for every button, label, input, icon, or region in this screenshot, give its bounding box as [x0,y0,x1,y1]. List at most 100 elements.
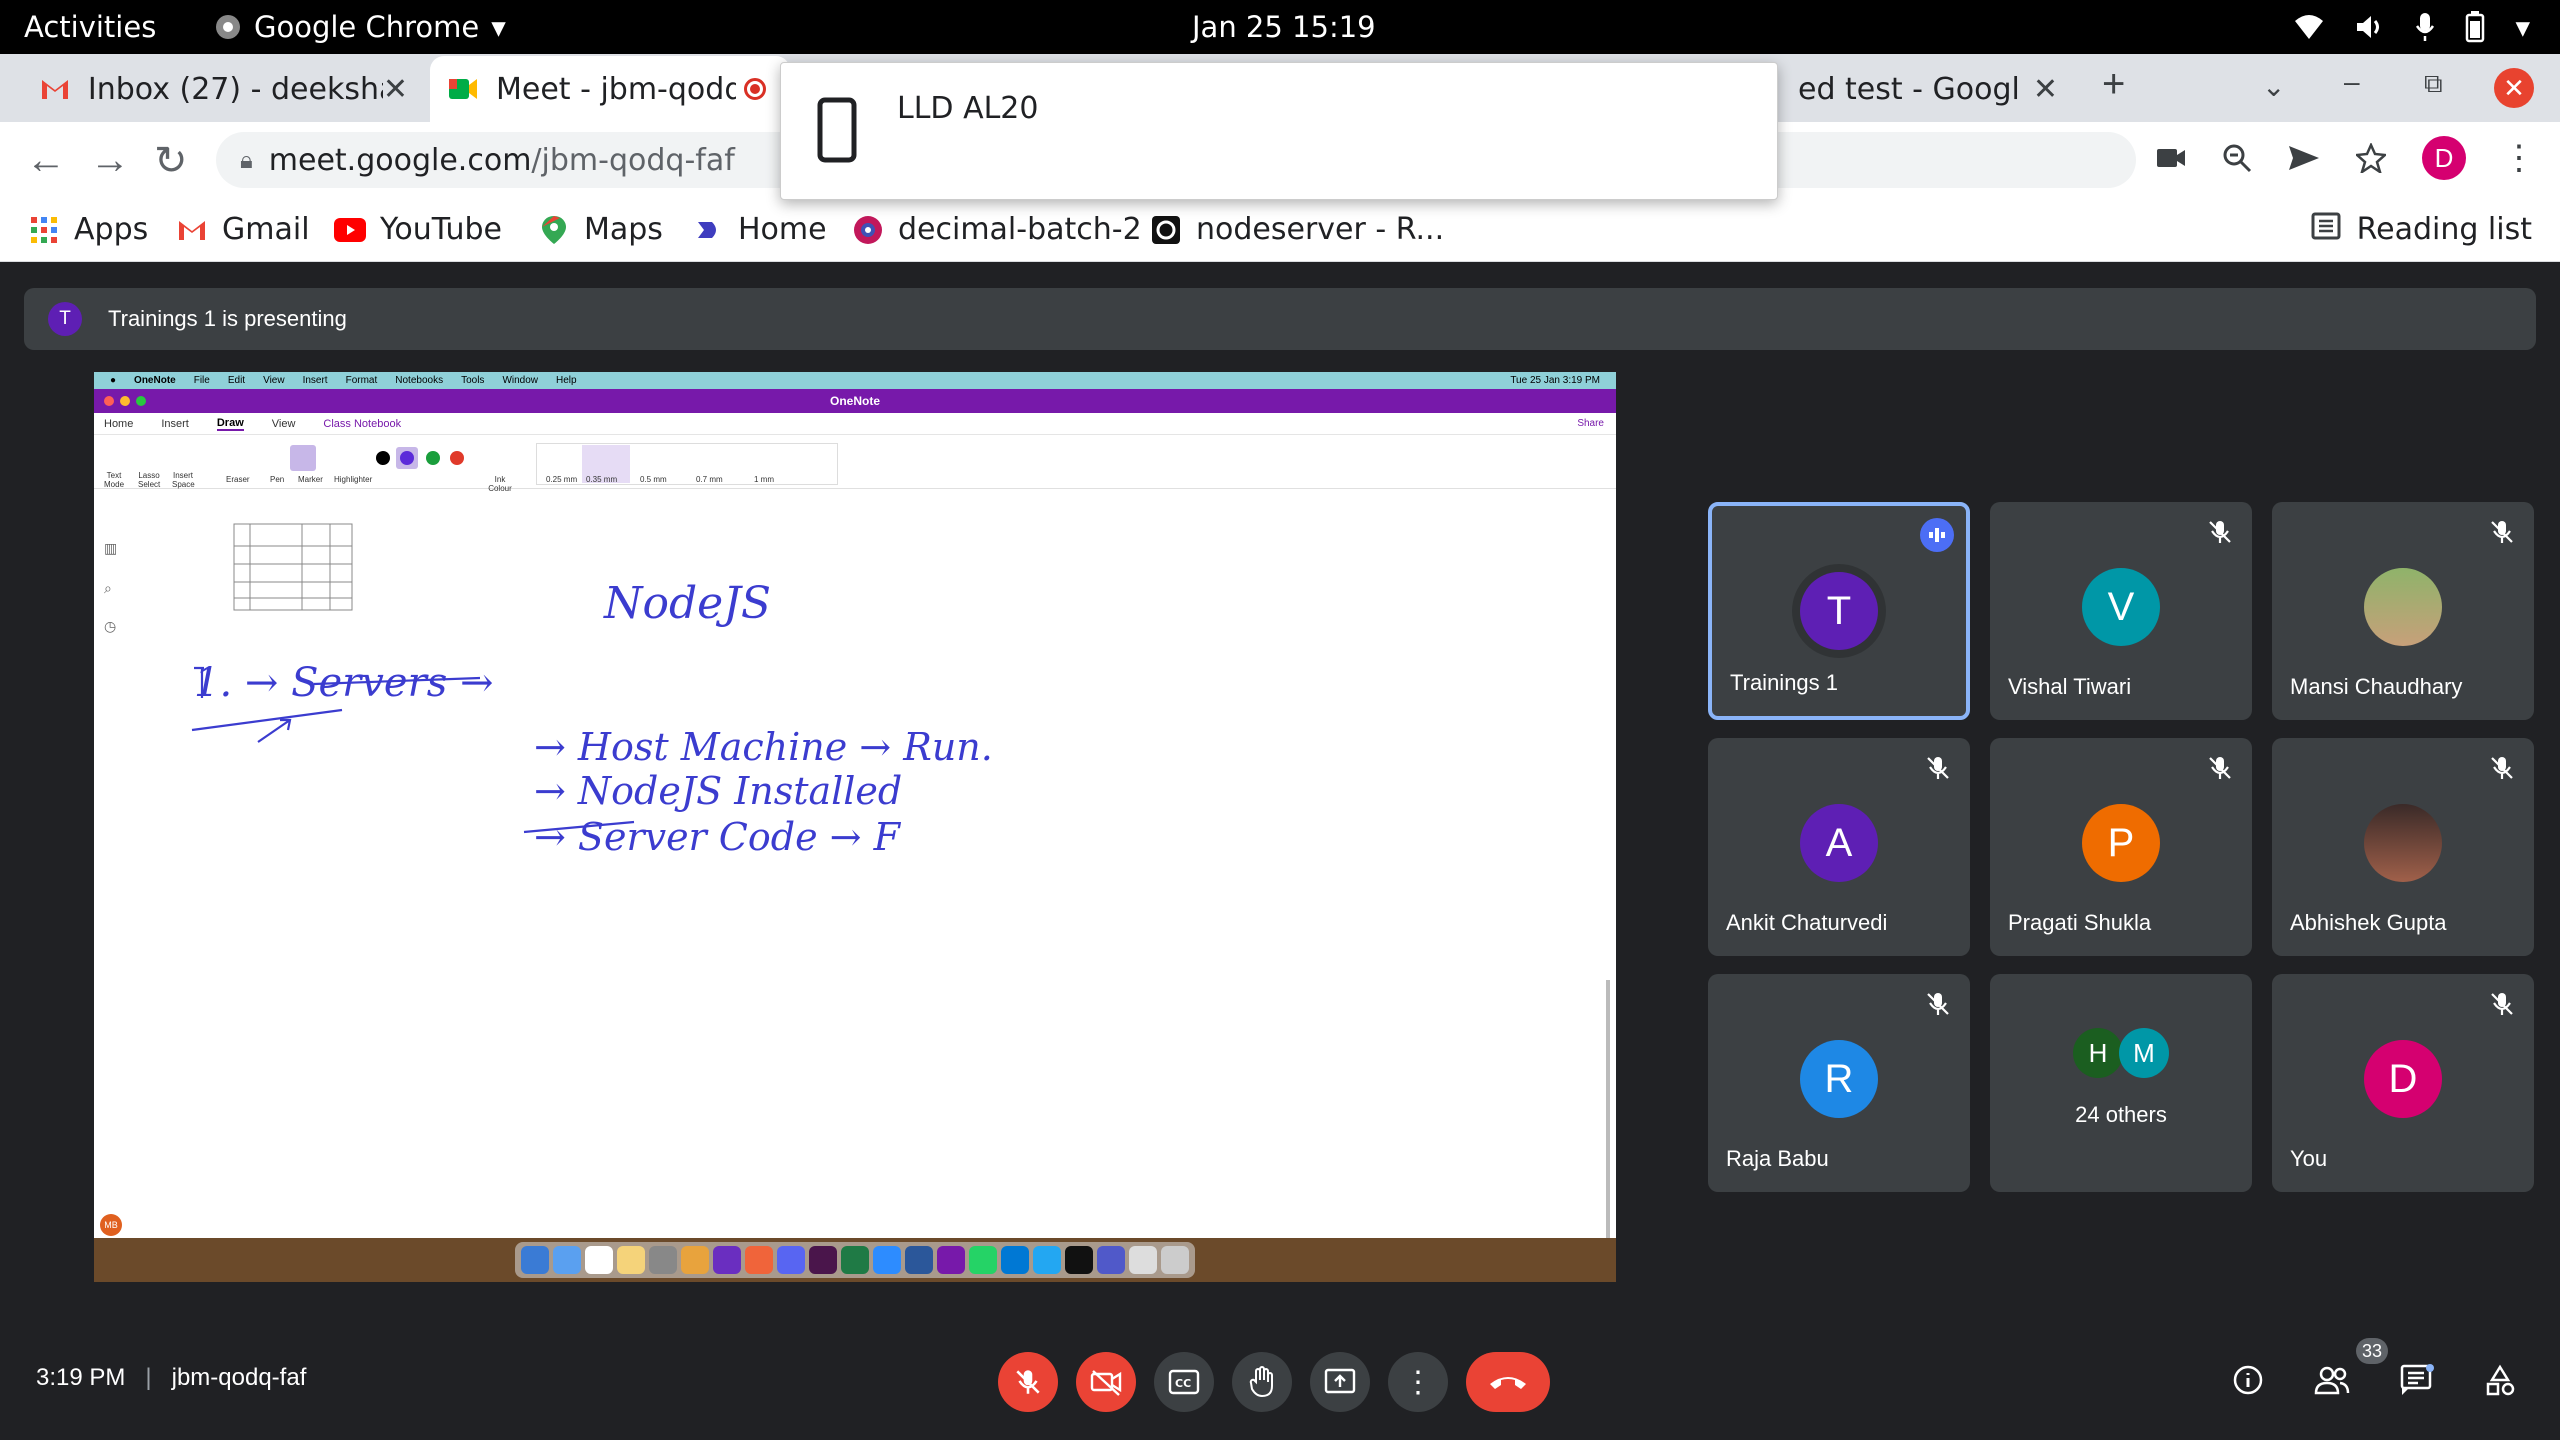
participant-tile-vishal-tiwari[interactable]: V Vishal Tiwari [1990,502,2252,720]
more-options-button[interactable]: ⋮ [1388,1352,1448,1412]
participant-tile-you[interactable]: D You [2272,974,2534,1192]
phone-icon [817,97,857,163]
present-button[interactable] [1310,1352,1370,1412]
participant-name: Pragati Shukla [2008,910,2152,935]
back-arrow-icon[interactable]: ← [26,138,66,183]
shared-screen[interactable]: ● OneNote File Edit View Insert Format N… [94,372,1616,1282]
mic-toggle-button[interactable] [998,1352,1058,1412]
participant-tile-ankit-chaturvedi[interactable]: A Ankit Chaturvedi [1708,738,1970,956]
forward-arrow-icon[interactable]: → [90,138,130,183]
presenter-avatar: T [48,302,82,336]
share-button: Share [1577,418,1604,429]
participant-tile-trainings-1[interactable]: T Trainings 1 [1708,502,1970,720]
battery-icon [2466,11,2485,43]
bookmark-decimal-batch[interactable]: decimal-batch-2 [852,212,1142,247]
recording-dot-icon [744,78,766,100]
leave-call-button[interactable] [1466,1352,1550,1412]
bookmark-label: YouTube [380,212,502,247]
restore-button[interactable]: ⧉ [2424,68,2443,100]
participant-tile-abhishek-gupta[interactable]: Abhishek Gupta [2272,738,2534,956]
mic-off-icon [1927,757,1949,779]
hand-icon [1249,1366,1273,1398]
minimize-button[interactable]: – [2344,66,2360,98]
participant-tile-pragati-shukla[interactable]: P Pragati Shukla [1990,738,2252,956]
bookmarks-bar: Apps Gmail YouTube Maps Home decimal-bat… [0,198,2560,262]
bookmark-apps[interactable]: Apps [28,212,148,247]
info-icon[interactable] [2232,1364,2264,1396]
ink-red [450,451,464,465]
apple-icon: ● [110,375,117,386]
mic-off-icon [2491,757,2513,779]
reload-icon[interactable]: ↻ [154,138,188,184]
window-close-button[interactable]: ✕ [2494,68,2534,108]
toolbar-icons: D ⋮ [2156,136,2536,180]
ribbon-tool: Marker [298,475,323,484]
bookmark-home[interactable]: Home [692,212,827,247]
meeting-code[interactable]: jbm-qodq-faf [172,1364,307,1392]
system-clock[interactable]: Jan 25 15:19 [1192,10,1376,44]
tab-search-icon[interactable]: ⌄ [2262,70,2285,103]
avatar: T [1800,572,1878,650]
chevron-down-icon: ▾ [2515,10,2530,44]
others-count: 24 others [2075,1102,2167,1127]
ribbon-tab: Draw [216,416,244,431]
tab-title: Meet - jbm-qodq-f [496,71,736,107]
meeting-time: 3:19 PM [36,1364,126,1391]
trash-icon [1161,1246,1189,1274]
close-icon[interactable]: ✕ [2033,72,2058,107]
menu-item: View [263,375,285,386]
pen-size: 0.7 mm [696,475,723,484]
star-icon[interactable] [2356,143,2386,173]
outlook-icon [1001,1246,1029,1274]
settings-icon [649,1246,677,1274]
activities-icon[interactable] [2484,1364,2516,1396]
ribbon-tool: Text Mode [104,471,125,489]
activities-button[interactable]: Activities [24,10,156,44]
people-icon[interactable] [2314,1365,2350,1395]
presenting-text: Trainings 1 is presenting [108,306,347,331]
participant-tile-raja-babu[interactable]: R Raja Babu [1708,974,1970,1192]
participant-tile-others[interactable]: H M 24 others [1990,974,2252,1192]
system-tray[interactable]: ▾ [2293,10,2530,44]
avatar: M [2119,1028,2169,1078]
tab-sheets[interactable]: ed test - Google S ✕ [1780,56,2076,122]
zoom-icon[interactable] [2222,143,2252,173]
send-icon[interactable] [2288,144,2320,172]
reading-list-icon [2311,212,2341,248]
tab-meet[interactable]: Meet - jbm-qodq-f [430,56,790,122]
reading-list-button[interactable]: Reading list [2311,212,2532,248]
gmail-icon [40,74,70,104]
menu-item: OneNote [134,375,176,386]
avatar: A [1800,804,1878,882]
camera-icon[interactable] [2156,147,2186,169]
new-tab-button[interactable]: + [2102,62,2125,107]
chat-icon[interactable] [2400,1364,2434,1396]
bookmark-gmail[interactable]: Gmail [176,212,310,247]
mic-off-icon [2209,521,2231,543]
bookmark-nodeserver[interactable]: nodeserver - R... [1150,212,1444,247]
app-name: Google Chrome [254,10,480,44]
traffic-lights [104,396,146,406]
tab-title: ed test - Google S [1798,71,2018,107]
onenote-canvas[interactable]: NodeJS 1. → Servers → → Host Machine → R… [94,520,1616,1250]
participant-tile-mansi-chaudhary[interactable]: Mansi Chaudhary [2272,502,2534,720]
others-avatars: H M [2073,1028,2169,1078]
svg-text:CC: CC [1175,1377,1191,1390]
volume-icon [2357,16,2380,38]
raise-hand-button[interactable] [1232,1352,1292,1412]
more-vert-icon[interactable]: ⋮ [2502,138,2536,178]
close-icon[interactable]: ✕ [383,72,408,107]
more-vert-icon: ⋮ [1403,1365,1433,1399]
bookmark-youtube[interactable]: YouTube [334,212,502,247]
menu-item: Format [345,375,378,386]
tab-gmail[interactable]: Inbox (27) - deekshar ✕ [22,56,426,122]
camera-off-icon [1090,1370,1122,1396]
bookmark-maps[interactable]: Maps [538,212,663,247]
captions-button[interactable]: CC [1154,1352,1214,1412]
app-menu[interactable]: Google Chrome ▾ [214,10,506,44]
finder-icon [521,1246,549,1274]
camera-toggle-button[interactable] [1076,1352,1136,1412]
ribbon-tab: Class Notebook [323,417,402,430]
meet-control-bar: 3:19 PM | jbm-qodq-faf CC ⋮ 33 [0,1318,2560,1440]
profile-avatar[interactable]: D [2422,136,2466,180]
